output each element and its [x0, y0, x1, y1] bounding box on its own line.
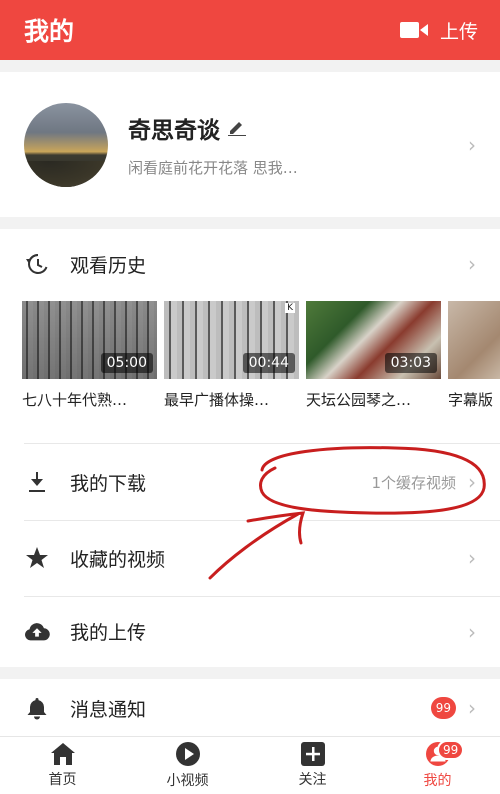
nav-short-video[interactable]: 小视频: [125, 737, 250, 794]
nav-mine-badge: 99: [437, 740, 465, 760]
nav-follow-label: 关注: [298, 772, 327, 788]
profile-signature: 闲看庭前花开花落 思我…: [128, 159, 298, 177]
notification-card: 消息通知 99 ›: [0, 679, 500, 739]
bottom-nav: 首页 小视频 关注 99 我的: [0, 736, 500, 794]
cloud-upload-icon: [24, 619, 50, 645]
history-thumbnails: 05:00 七八十年代熟… K 00:44 最早广播体操… 03:03 天坛公园…: [22, 301, 500, 411]
video-thumbnail[interactable]: [448, 301, 500, 379]
favorites-row[interactable]: 收藏的视频 ›: [0, 520, 500, 596]
nav-mine-label: 我的: [423, 773, 452, 789]
chevron-right-icon: ›: [468, 132, 476, 157]
page-title: 我的: [24, 17, 75, 46]
history-video-item[interactable]: 05:00 七八十年代熟…: [22, 301, 157, 410]
video-duration: 03:03: [384, 353, 437, 373]
watch-history-row[interactable]: 观看历史 ›: [0, 229, 500, 299]
plus-square-icon: [300, 742, 325, 766]
chevron-right-icon: ›: [468, 546, 476, 570]
notification-badge: 99: [430, 697, 456, 719]
profile-info: 奇思奇谈 闲看庭前花开花落 思我…: [128, 111, 468, 178]
video-duration: 05:00: [100, 353, 153, 373]
play-circle-icon: [175, 742, 200, 766]
nav-short-video-label: 小视频: [166, 773, 209, 789]
my-downloads-row[interactable]: 我的下载 1个缓存视频 ›: [0, 444, 500, 520]
menu-card: 观看历史 › 05:00 七八十年代熟… K 00:44 最早广播体操… 03:…: [0, 229, 500, 667]
video-duration: 00:44: [242, 353, 295, 373]
upload-button[interactable]: 上传: [399, 17, 478, 44]
home-icon: [50, 743, 75, 765]
chevron-right-icon: ›: [468, 470, 476, 494]
video-caption: 字幕版: [448, 391, 494, 409]
chevron-right-icon: ›: [468, 619, 476, 644]
notifications-row[interactable]: 消息通知 99 ›: [0, 679, 500, 737]
watch-history-label: 观看历史: [70, 254, 147, 277]
video-thumbnail[interactable]: K 00:44: [164, 301, 299, 379]
video-caption: 最早广播体操…: [164, 391, 270, 409]
profile-card[interactable]: 奇思奇谈 闲看庭前花开花落 思我… ›: [0, 72, 500, 217]
top-bar: 我的 上传: [0, 0, 500, 60]
cached-video-count: 1个缓存视频: [371, 473, 456, 492]
my-downloads-label: 我的下载: [70, 472, 147, 495]
pencil-icon[interactable]: [228, 120, 246, 136]
nav-home[interactable]: 首页: [0, 737, 125, 794]
avatar[interactable]: [24, 102, 108, 187]
video-caption: 天坛公园琴之…: [306, 391, 412, 409]
video-thumbnail[interactable]: 03:03: [306, 301, 441, 379]
star-icon: [24, 545, 50, 571]
download-icon: [24, 469, 50, 495]
nav-follow[interactable]: 关注: [250, 737, 375, 794]
nav-home-label: 首页: [48, 772, 77, 788]
notifications-label: 消息通知: [70, 698, 147, 721]
upload-label: 上传: [439, 20, 478, 43]
video-camera-icon: [399, 22, 428, 38]
bell-icon: [24, 695, 50, 721]
chevron-right-icon: ›: [468, 252, 476, 276]
my-uploads-row[interactable]: 我的上传 ›: [0, 596, 500, 667]
profile-name-row: 奇思奇谈: [128, 111, 468, 145]
history-video-item[interactable]: 字幕版: [448, 301, 500, 410]
app-screen: 我的 上传 奇思奇谈 闲看庭前花开花落 思我… › 观看历史 › 05:00 七…: [0, 0, 500, 794]
history-video-item[interactable]: 03:03 天坛公园琴之…: [306, 301, 441, 410]
video-caption: 七八十年代熟…: [22, 391, 128, 409]
history-video-item[interactable]: K 00:44 最早广播体操…: [164, 301, 299, 410]
favorites-label: 收藏的视频: [70, 548, 166, 571]
history-icon: [24, 251, 50, 277]
video-thumbnail[interactable]: 05:00: [22, 301, 157, 379]
my-uploads-label: 我的上传: [70, 622, 147, 644]
watermark-icon: K: [285, 303, 295, 313]
profile-name: 奇思奇谈: [128, 118, 220, 144]
nav-mine[interactable]: 99 我的: [375, 737, 500, 794]
chevron-right-icon: ›: [468, 696, 476, 720]
